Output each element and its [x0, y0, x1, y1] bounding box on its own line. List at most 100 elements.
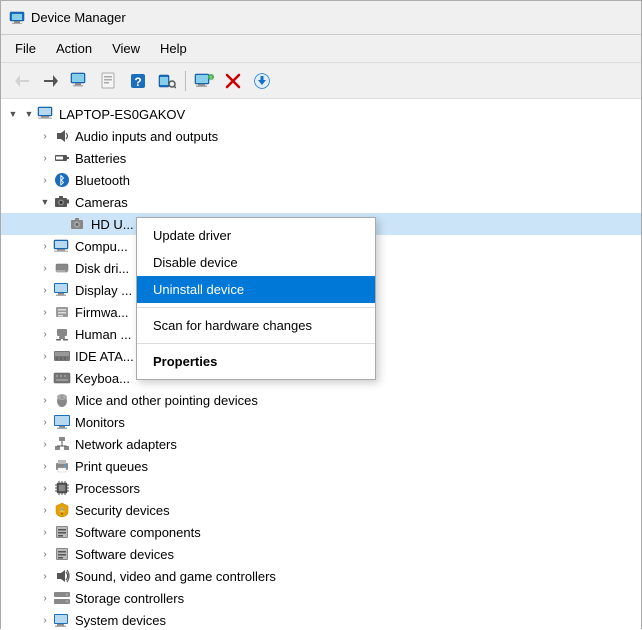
root-collapse-icon: ▼ [5, 106, 21, 122]
software-comp-icon [53, 524, 71, 540]
audio-label: Audio inputs and outputs [75, 129, 218, 144]
tree-item-cameras[interactable]: ▼ Cameras [1, 191, 641, 213]
menu-view[interactable]: View [104, 38, 148, 59]
hd-camera-icon [69, 216, 87, 232]
bluetooth-icon: ᛒ [53, 172, 71, 188]
computers-toggle-icon: › [37, 238, 53, 254]
toolbar: ? ↑ [1, 63, 641, 99]
scan-button[interactable] [154, 68, 180, 94]
processors-toggle-icon: › [37, 480, 53, 496]
audio-icon [53, 128, 71, 144]
tree-item-software-comp[interactable]: › Software components [1, 521, 641, 543]
sound-icon [53, 568, 71, 584]
device-manager-button[interactable] [67, 68, 93, 94]
storage-icon [53, 590, 71, 606]
computers-label: Compu... [75, 239, 128, 254]
back-button[interactable] [9, 68, 35, 94]
system-label: System devices [75, 613, 166, 628]
title-bar: Device Manager [1, 1, 641, 35]
print-icon [53, 458, 71, 474]
firmware-toggle-icon: › [37, 304, 53, 320]
content-area: ▼ ▼ LAPTOP-ES0GAKOV › [1, 99, 641, 630]
monitors-icon [53, 414, 71, 430]
tree-item-security[interactable]: › 🔒 Security devices [1, 499, 641, 521]
properties-button[interactable] [96, 68, 122, 94]
network-icon [53, 436, 71, 452]
mice-icon [53, 392, 71, 408]
tree-item-storage[interactable]: › Storage controllers [1, 587, 641, 609]
ctx-separator-1 [137, 307, 375, 308]
bluetooth-label: Bluetooth [75, 173, 130, 188]
cameras-toggle-icon: ▼ [37, 194, 53, 210]
software-dev-label: Software devices [75, 547, 174, 562]
disk-label: Disk dri... [75, 261, 129, 276]
batteries-label: Batteries [75, 151, 126, 166]
batteries-toggle-icon: › [37, 150, 53, 166]
network-toggle-icon: › [37, 436, 53, 452]
tree-item-network[interactable]: › Network adapters [1, 433, 641, 455]
disk-icon [53, 260, 71, 276]
system-toggle-icon: › [37, 612, 53, 628]
forward-button[interactable] [38, 68, 64, 94]
menu-action[interactable]: Action [48, 38, 100, 59]
ctx-properties[interactable]: Properties [137, 348, 375, 375]
tree-item-batteries[interactable]: › Batteries [1, 147, 641, 169]
laptop-label: LAPTOP-ES0GAKOV [59, 107, 185, 122]
computers-icon [53, 238, 71, 254]
cameras-icon [53, 194, 71, 210]
human-label: Human ... [75, 327, 131, 342]
svg-text:ᛒ: ᛒ [59, 175, 66, 187]
tree-item-print[interactable]: › Print queues [1, 455, 641, 477]
sound-toggle-icon: › [37, 568, 53, 584]
menu-file[interactable]: File [7, 38, 44, 59]
uninstall-button[interactable] [220, 68, 246, 94]
display-label: Display ... [75, 283, 132, 298]
human-icon [53, 326, 71, 342]
cameras-label: Cameras [75, 195, 128, 210]
tree-item-processors[interactable]: › Proces [1, 477, 641, 499]
display-icon [53, 282, 71, 298]
network-label: Network adapters [75, 437, 177, 452]
software-comp-label: Software components [75, 525, 201, 540]
tree-item-audio[interactable]: › Audio inputs and outputs [1, 125, 641, 147]
laptop-icon [37, 106, 55, 122]
download-button[interactable] [249, 68, 275, 94]
tree-item-system[interactable]: › System devices [1, 609, 641, 630]
print-label: Print queues [75, 459, 148, 474]
tree-item-sound[interactable]: › Sound, video and game controllers [1, 565, 641, 587]
update-button[interactable]: ↑ [191, 68, 217, 94]
keyboard-icon [53, 370, 71, 386]
ide-toggle-icon: › [37, 348, 53, 364]
human-toggle-icon: › [37, 326, 53, 342]
menu-help[interactable]: Help [152, 38, 195, 59]
mice-label: Mice and other pointing devices [75, 393, 258, 408]
tree-item-monitors[interactable]: › Monitors [1, 411, 641, 433]
mice-toggle-icon: › [37, 392, 53, 408]
ctx-uninstall-device[interactable]: Uninstall device [137, 276, 375, 303]
security-toggle-icon: › [37, 502, 53, 518]
sound-label: Sound, video and game controllers [75, 569, 276, 584]
ctx-update-driver[interactable]: Update driver [137, 222, 375, 249]
menu-bar: File Action View Help [1, 35, 641, 63]
firmware-icon [53, 304, 71, 320]
tree-item-bluetooth[interactable]: › ᛒ Bluetooth [1, 169, 641, 191]
tree-item-laptop[interactable]: ▼ LAPTOP-ES0GAKOV [1, 103, 641, 125]
tree-item-software-dev[interactable]: › Software devices [1, 543, 641, 565]
system-icon [53, 612, 71, 628]
svg-text:?: ? [134, 75, 141, 89]
ctx-scan-hardware[interactable]: Scan for hardware changes [137, 312, 375, 339]
ctx-disable-device[interactable]: Disable device [137, 249, 375, 276]
app-title: Device Manager [31, 10, 126, 25]
print-toggle-icon: › [37, 458, 53, 474]
batteries-icon [53, 150, 71, 166]
svg-text:🔒: 🔒 [57, 507, 67, 516]
keyboard-label: Keyboa... [75, 371, 130, 386]
storage-toggle-icon: › [37, 590, 53, 606]
hd-camera-label: HD U... [91, 217, 134, 232]
app-icon [9, 10, 25, 26]
help-button[interactable]: ? [125, 68, 151, 94]
laptop-toggle-icon: ▼ [21, 106, 37, 122]
disk-toggle-icon: › [37, 260, 53, 276]
ide-label: IDE ATA... [75, 349, 134, 364]
tree-item-mice[interactable]: › Mice and other pointing devices [1, 389, 641, 411]
